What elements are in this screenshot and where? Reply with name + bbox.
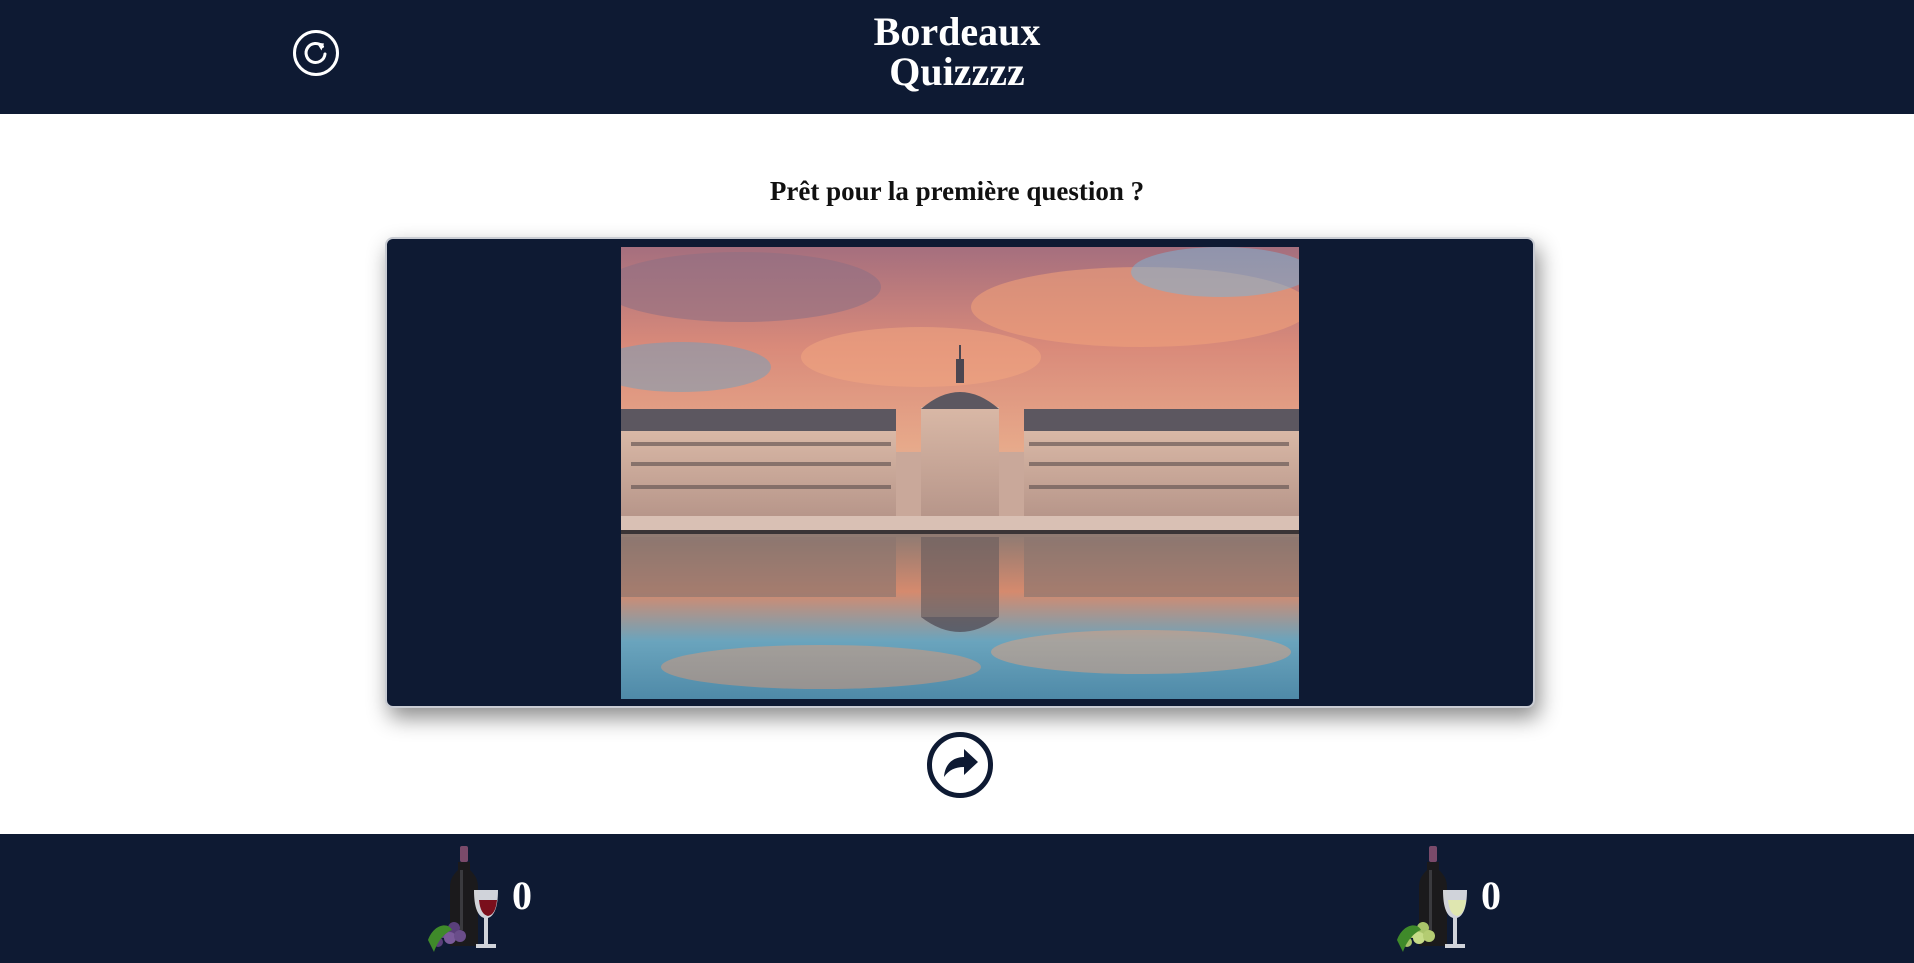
white-wine-icon — [1397, 846, 1467, 952]
app-title: Bordeaux Quizzzz — [0, 12, 1914, 92]
footer-bar: 0 0 — [0, 834, 1914, 963]
header-bar: Bordeaux Quizzzz — [0, 0, 1914, 114]
app-title-line2: Quizzzz — [889, 49, 1025, 94]
red-wine-score: 0 — [424, 834, 544, 963]
next-question-button[interactable] — [926, 731, 994, 799]
bordeaux-place-de-la-bourse-photo — [621, 247, 1299, 699]
red-score-value: 0 — [512, 873, 532, 918]
red-wine-icon — [428, 846, 498, 952]
question-prompt: Prêt pour la première question ? — [769, 176, 1145, 206]
white-wine-score: 0 — [1393, 834, 1513, 963]
white-score-value: 0 — [1481, 873, 1501, 918]
question-card — [385, 237, 1535, 708]
app-title-line1: Bordeaux — [873, 9, 1041, 54]
